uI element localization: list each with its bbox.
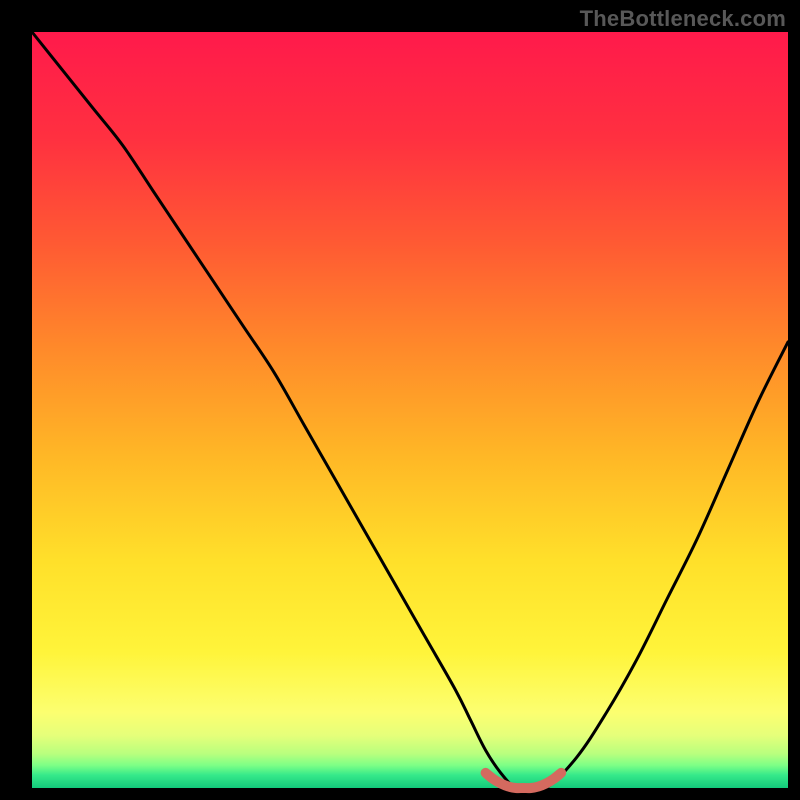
optimal-range-marker — [486, 773, 562, 788]
bottleneck-curve — [32, 32, 788, 790]
watermark-text: TheBottleneck.com — [580, 6, 786, 32]
chart-plot — [32, 32, 788, 788]
chart-frame — [32, 32, 788, 788]
